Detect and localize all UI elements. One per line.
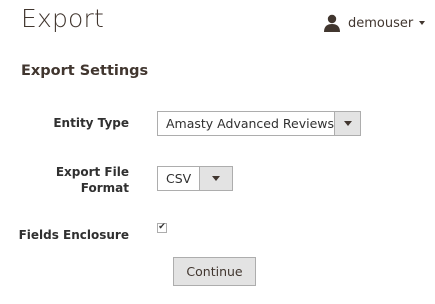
export-file-format-select[interactable]: CSV — [157, 166, 233, 191]
fields-enclosure-label: Fields Enclosure — [18, 228, 129, 242]
entity-type-value: Amasty Advanced Reviews — [166, 116, 334, 131]
export-file-format-label: Export File Format — [49, 164, 129, 196]
user-icon — [323, 14, 341, 32]
fields-enclosure-checkbox[interactable]: ✔ — [157, 223, 167, 233]
continue-button[interactable]: Continue — [173, 257, 256, 286]
section-title: Export Settings — [21, 63, 149, 79]
entity-type-select[interactable]: Amasty Advanced Reviews — [157, 111, 361, 136]
entity-type-label: Entity Type — [53, 116, 129, 130]
user-menu[interactable]: demouser — [323, 14, 426, 32]
arrow-down-icon — [343, 121, 352, 126]
export-file-format-label-text: Export File Format — [55, 165, 129, 195]
entity-type-toggle[interactable] — [334, 112, 360, 135]
check-icon: ✔ — [158, 222, 166, 232]
caret-down-icon — [419, 21, 426, 25]
arrow-down-icon — [212, 176, 220, 181]
export-file-format-value: CSV — [166, 171, 192, 186]
page-title: Export — [21, 4, 105, 33]
export-file-format-toggle[interactable] — [199, 167, 232, 190]
username: demouser — [348, 15, 414, 31]
